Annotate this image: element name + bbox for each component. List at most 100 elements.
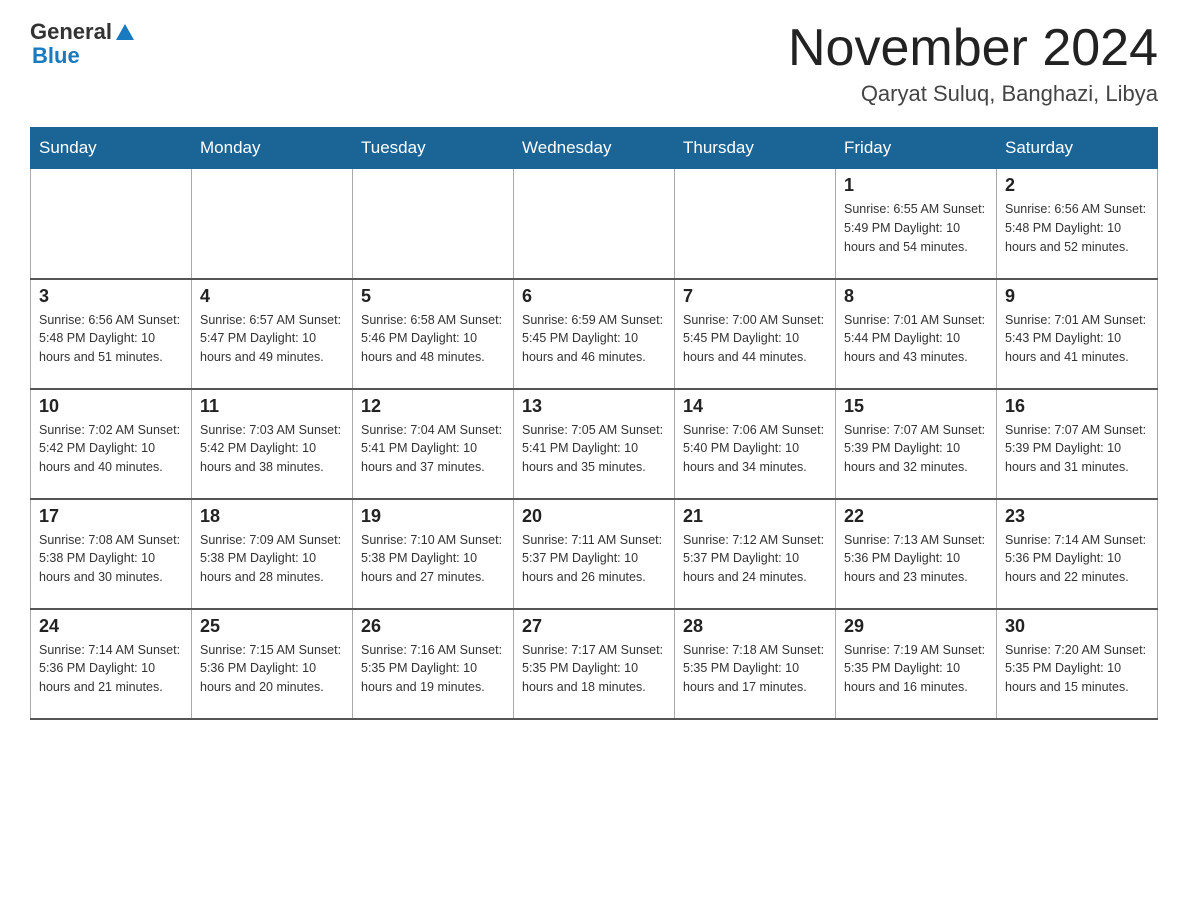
day-number: 3 [39, 286, 183, 307]
title-block: November 2024 Qaryat Suluq, Banghazi, Li… [788, 20, 1158, 107]
day-number: 6 [522, 286, 666, 307]
day-info: Sunrise: 7:08 AM Sunset: 5:38 PM Dayligh… [39, 531, 183, 587]
day-info: Sunrise: 7:14 AM Sunset: 5:36 PM Dayligh… [1005, 531, 1149, 587]
calendar-cell: 22 Sunrise: 7:13 AM Sunset: 5:36 PM Dayli… [836, 499, 997, 609]
day-number: 26 [361, 616, 505, 637]
calendar-week-row: 3 Sunrise: 6:56 AM Sunset: 5:48 PM Daylig… [31, 279, 1158, 389]
calendar-cell: 15 Sunrise: 7:07 AM Sunset: 5:39 PM Dayli… [836, 389, 997, 499]
day-of-week-header: Sunday [31, 128, 192, 169]
calendar-cell [31, 169, 192, 279]
logo-general-text: General [30, 20, 112, 44]
day-number: 24 [39, 616, 183, 637]
day-number: 25 [200, 616, 344, 637]
calendar-cell: 17 Sunrise: 7:08 AM Sunset: 5:38 PM Dayli… [31, 499, 192, 609]
day-info: Sunrise: 6:59 AM Sunset: 5:45 PM Dayligh… [522, 311, 666, 367]
calendar-cell: 3 Sunrise: 6:56 AM Sunset: 5:48 PM Daylig… [31, 279, 192, 389]
day-number: 29 [844, 616, 988, 637]
day-info: Sunrise: 7:02 AM Sunset: 5:42 PM Dayligh… [39, 421, 183, 477]
day-info: Sunrise: 7:07 AM Sunset: 5:39 PM Dayligh… [844, 421, 988, 477]
calendar-cell: 20Sunrise: 7:11 AM Sunset: 5:37 PM Dayli… [514, 499, 675, 609]
calendar-cell: 1 Sunrise: 6:55 AM Sunset: 5:49 PM Daylig… [836, 169, 997, 279]
location-title: Qaryat Suluq, Banghazi, Libya [788, 81, 1158, 107]
day-number: 13 [522, 396, 666, 417]
day-info: Sunrise: 7:01 AM Sunset: 5:44 PM Dayligh… [844, 311, 988, 367]
calendar-week-row: 24 Sunrise: 7:14 AM Sunset: 5:36 PM Dayli… [31, 609, 1158, 719]
day-number: 23 [1005, 506, 1149, 527]
day-info: Sunrise: 7:06 AM Sunset: 5:40 PM Dayligh… [683, 421, 827, 477]
day-info: Sunrise: 7:09 AM Sunset: 5:38 PM Dayligh… [200, 531, 344, 587]
day-info: Sunrise: 6:58 AM Sunset: 5:46 PM Dayligh… [361, 311, 505, 367]
day-number: 10 [39, 396, 183, 417]
calendar-cell: 10 Sunrise: 7:02 AM Sunset: 5:42 PM Dayli… [31, 389, 192, 499]
calendar-cell: 18 Sunrise: 7:09 AM Sunset: 5:38 PM Dayli… [192, 499, 353, 609]
day-number: 16 [1005, 396, 1149, 417]
day-number: 18 [200, 506, 344, 527]
calendar-cell: 30Sunrise: 7:20 AM Sunset: 5:35 PM Dayli… [997, 609, 1158, 719]
day-info: Sunrise: 7:13 AM Sunset: 5:36 PM Dayligh… [844, 531, 988, 587]
day-info: Sunrise: 7:14 AM Sunset: 5:36 PM Dayligh… [39, 641, 183, 697]
logo-triangle-icon [114, 22, 136, 44]
calendar-cell: 12 Sunrise: 7:04 AM Sunset: 5:41 PM Dayli… [353, 389, 514, 499]
day-info: Sunrise: 7:00 AM Sunset: 5:45 PM Dayligh… [683, 311, 827, 367]
day-number: 9 [1005, 286, 1149, 307]
day-number: 15 [844, 396, 988, 417]
calendar-cell [514, 169, 675, 279]
day-number: 5 [361, 286, 505, 307]
calendar-cell: 29 Sunrise: 7:19 AM Sunset: 5:35 PM Dayli… [836, 609, 997, 719]
day-of-week-header: Saturday [997, 128, 1158, 169]
day-number: 1 [844, 175, 988, 196]
calendar-cell: 19Sunrise: 7:10 AM Sunset: 5:38 PM Dayli… [353, 499, 514, 609]
day-number: 17 [39, 506, 183, 527]
day-info: Sunrise: 7:04 AM Sunset: 5:41 PM Dayligh… [361, 421, 505, 477]
calendar-cell: 23 Sunrise: 7:14 AM Sunset: 5:36 PM Dayli… [997, 499, 1158, 609]
day-number: 20 [522, 506, 666, 527]
calendar-cell: 26 Sunrise: 7:16 AM Sunset: 5:35 PM Dayli… [353, 609, 514, 719]
logo-blue-text: Blue [32, 44, 136, 68]
day-info: Sunrise: 7:05 AM Sunset: 5:41 PM Dayligh… [522, 421, 666, 477]
day-number: 27 [522, 616, 666, 637]
day-info: Sunrise: 6:57 AM Sunset: 5:47 PM Dayligh… [200, 311, 344, 367]
calendar-cell: 28Sunrise: 7:18 AM Sunset: 5:35 PM Dayli… [675, 609, 836, 719]
day-of-week-header: Friday [836, 128, 997, 169]
day-info: Sunrise: 7:19 AM Sunset: 5:35 PM Dayligh… [844, 641, 988, 697]
calendar-cell: 2Sunrise: 6:56 AM Sunset: 5:48 PM Daylig… [997, 169, 1158, 279]
day-info: Sunrise: 6:56 AM Sunset: 5:48 PM Dayligh… [39, 311, 183, 367]
day-info: Sunrise: 7:16 AM Sunset: 5:35 PM Dayligh… [361, 641, 505, 697]
calendar-cell: 6 Sunrise: 6:59 AM Sunset: 5:45 PM Daylig… [514, 279, 675, 389]
calendar-cell: 27 Sunrise: 7:17 AM Sunset: 5:35 PM Dayli… [514, 609, 675, 719]
calendar-cell: 5 Sunrise: 6:58 AM Sunset: 5:46 PM Daylig… [353, 279, 514, 389]
logo: General Blue [30, 20, 136, 68]
day-number: 21 [683, 506, 827, 527]
day-number: 12 [361, 396, 505, 417]
day-number: 22 [844, 506, 988, 527]
calendar-cell: 7 Sunrise: 7:00 AM Sunset: 5:45 PM Daylig… [675, 279, 836, 389]
day-number: 4 [200, 286, 344, 307]
day-info: Sunrise: 7:12 AM Sunset: 5:37 PM Dayligh… [683, 531, 827, 587]
calendar-cell: 25 Sunrise: 7:15 AM Sunset: 5:36 PM Dayli… [192, 609, 353, 719]
calendar-cell [675, 169, 836, 279]
calendar-week-row: 1 Sunrise: 6:55 AM Sunset: 5:49 PM Daylig… [31, 169, 1158, 279]
day-number: 8 [844, 286, 988, 307]
day-info: Sunrise: 7:10 AM Sunset: 5:38 PM Dayligh… [361, 531, 505, 587]
calendar-cell: 8 Sunrise: 7:01 AM Sunset: 5:44 PM Daylig… [836, 279, 997, 389]
calendar-week-row: 10 Sunrise: 7:02 AM Sunset: 5:42 PM Dayli… [31, 389, 1158, 499]
calendar-cell: 4 Sunrise: 6:57 AM Sunset: 5:47 PM Daylig… [192, 279, 353, 389]
day-of-week-header: Monday [192, 128, 353, 169]
month-title: November 2024 [788, 20, 1158, 77]
day-info: Sunrise: 7:17 AM Sunset: 5:35 PM Dayligh… [522, 641, 666, 697]
calendar-table: SundayMondayTuesdayWednesdayThursdayFrid… [30, 127, 1158, 720]
day-number: 7 [683, 286, 827, 307]
page-header: General Blue November 2024 Qaryat Suluq,… [30, 20, 1158, 107]
day-info: Sunrise: 7:18 AM Sunset: 5:35 PM Dayligh… [683, 641, 827, 697]
day-info: Sunrise: 7:07 AM Sunset: 5:39 PM Dayligh… [1005, 421, 1149, 477]
day-info: Sunrise: 7:15 AM Sunset: 5:36 PM Dayligh… [200, 641, 344, 697]
day-info: Sunrise: 6:56 AM Sunset: 5:48 PM Dayligh… [1005, 200, 1149, 256]
calendar-header-row: SundayMondayTuesdayWednesdayThursdayFrid… [31, 128, 1158, 169]
calendar-cell: 13 Sunrise: 7:05 AM Sunset: 5:41 PM Dayli… [514, 389, 675, 499]
day-of-week-header: Tuesday [353, 128, 514, 169]
day-of-week-header: Wednesday [514, 128, 675, 169]
calendar-cell: 16 Sunrise: 7:07 AM Sunset: 5:39 PM Dayli… [997, 389, 1158, 499]
day-info: Sunrise: 6:55 AM Sunset: 5:49 PM Dayligh… [844, 200, 988, 256]
calendar-cell: 24 Sunrise: 7:14 AM Sunset: 5:36 PM Dayli… [31, 609, 192, 719]
day-number: 11 [200, 396, 344, 417]
